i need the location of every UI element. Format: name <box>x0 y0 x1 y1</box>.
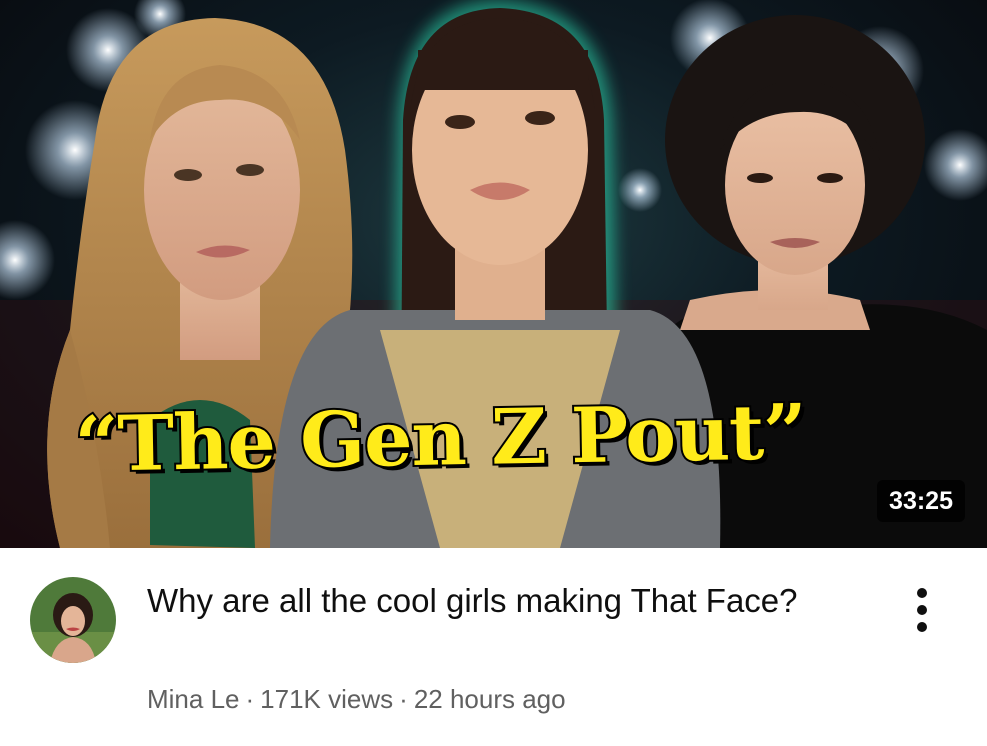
more-dot <box>917 605 927 615</box>
more-vert-icon[interactable] <box>897 580 947 640</box>
video-metadata: Mina Le · 171K views · 22 hours ago <box>147 684 566 715</box>
video-title[interactable]: Why are all the cool girls making That F… <box>147 578 847 624</box>
avatar-icon <box>30 577 116 663</box>
more-dot <box>917 588 927 598</box>
channel-avatar[interactable] <box>30 577 116 663</box>
view-count: 171K views <box>260 684 394 714</box>
meta-separator: · <box>399 684 408 714</box>
video-thumbnail[interactable]: “The Gen Z Pout” 33:25 <box>0 0 987 548</box>
more-dot <box>917 622 927 632</box>
upload-age: 22 hours ago <box>413 684 566 714</box>
channel-name[interactable]: Mina Le <box>147 684 240 714</box>
thumbnail-title-text: “The Gen Z Pout” <box>72 385 809 491</box>
duration-badge: 33:25 <box>877 480 965 522</box>
meta-separator: · <box>245 684 255 714</box>
